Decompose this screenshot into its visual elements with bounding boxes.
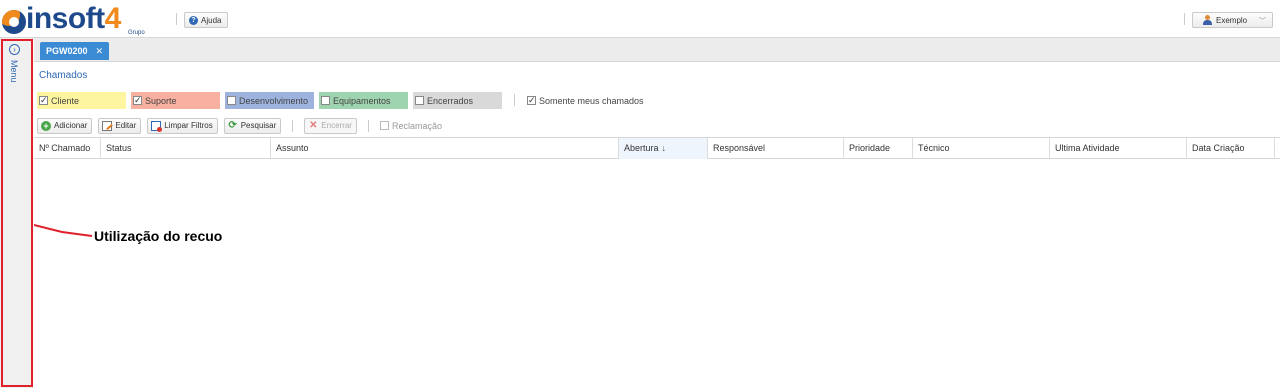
checkbox-icon[interactable] [39,95,48,106]
column-label: Status [106,143,132,153]
checkbox-icon[interactable] [133,95,142,106]
edit-icon [102,120,113,131]
logo-subtitle: Grupo [128,30,145,36]
filter-equipamentos[interactable]: Equipamentos [319,92,408,109]
tab-bar: PGW0200 ✕ [34,38,1280,62]
clear-filters-label: Limpar Filtros [164,121,213,130]
column-header-data-criacao[interactable]: Data Criação [1187,138,1275,159]
insoft4-logo[interactable]: insoft4 Grupo [2,2,152,36]
search-button[interactable]: ⟳ Pesquisar [223,117,282,134]
annotation-label: Utilização do recuo [94,228,223,244]
column-header-ultima-atividade[interactable]: Ultima Atividade [1050,138,1187,159]
user-icon [1203,15,1212,25]
help-icon: ? [189,15,198,25]
tab-pgw0200[interactable]: PGW0200 ✕ [40,42,110,60]
clear-filters-button[interactable]: Limpar Filtros [147,117,218,134]
close-x-icon: ✕ [309,119,318,131]
column-label: Assunto [276,143,309,153]
column-header-responsavel[interactable]: Responsável [708,138,844,159]
filter-suporte[interactable]: Suporte [131,92,220,109]
sort-desc-icon: ↓ [661,143,667,153]
column-label: Nº Chamado [39,143,91,153]
checkbox-icon[interactable] [527,95,536,106]
filter-label: Desenvolvimento [239,95,309,106]
filter-label: Encerrados [427,95,474,106]
tickets-grid-header: Nº Chamado Status Assunto Abertura ↓ Resp… [34,137,1280,159]
close-tab-icon[interactable]: ✕ [96,46,104,57]
filter-divider [514,94,515,106]
only-mine-label: Somente meus chamados [539,95,644,106]
annotation-pointer-line [34,224,93,237]
filter-encerrados[interactable]: Encerrados [413,92,502,109]
column-header-numero[interactable]: Nº Chamado [34,138,101,159]
add-button[interactable]: + Adicionar [37,117,93,134]
close-ticket-button[interactable]: ✕ Encerrar [304,117,357,134]
column-header-prioridade[interactable]: Prioridade [844,138,913,159]
filter-label: Suporte [145,95,177,106]
claim-checkbox[interactable]: Reclamação [379,120,443,131]
refresh-search-icon: ⟳ [228,119,237,131]
column-label: Prioridade [849,143,891,153]
filter-label: Cliente [51,95,80,106]
toolbar-divider [367,119,369,132]
column-header-status[interactable]: Status [101,138,271,159]
help-button[interactable]: ? Ajuda [184,12,228,28]
add-icon: + [41,120,51,131]
column-header-tecnico[interactable]: Técnico [913,138,1050,159]
header-divider [1184,13,1185,25]
add-label: Adicionar [54,121,88,130]
column-label: Ultima Atividade [1055,143,1120,153]
column-label: Data Criação [1192,143,1245,153]
column-label: Abertura [624,143,659,153]
logo-mark-icon [2,10,26,34]
column-header-assunto[interactable]: Assunto [271,138,619,159]
checkbox-icon[interactable] [321,96,330,105]
header-divider [176,13,177,25]
filter-cliente[interactable]: Cliente [37,92,126,109]
action-toolbar: + Adicionar Editar Limpar Filtros ⟳ Pesq… [37,117,442,134]
checkbox-icon[interactable] [415,96,424,105]
column-header-abertura[interactable]: Abertura ↓ [619,138,708,159]
edit-label: Editar [115,121,137,130]
user-name: Exemplo [1216,15,1248,25]
user-menu-button[interactable]: Exemplo ﹀ [1192,12,1273,28]
column-label: Técnico [918,143,950,153]
search-label: Pesquisar [240,121,277,130]
filter-desenvolvimento[interactable]: Desenvolvimento [225,92,314,109]
claim-label: Reclamação [391,120,443,131]
menu-label[interactable]: Menu [9,60,19,83]
tab-label: PGW0200 [46,46,88,56]
checkbox-icon[interactable] [227,96,236,105]
logo-wordmark: insoft4 [26,2,121,35]
app-header: insoft4 Grupo ? Ajuda Exemplo ﹀ [0,0,1280,38]
expand-menu-icon[interactable]: › [9,44,20,55]
category-filter-row: Cliente Suporte Desenvolvimento Equipame… [37,92,644,109]
close-ticket-label: Encerrar [321,121,352,130]
edit-button[interactable]: Editar [98,117,142,134]
filter-label: Equipamentos [333,95,391,106]
page-title: Chamados [39,70,88,81]
collapsed-menu-sidebar[interactable]: › Menu [0,38,33,388]
clear-filters-icon [151,120,163,132]
only-mine-checkbox[interactable]: Somente meus chamados [527,92,644,109]
chevron-down-icon: ﹀ [1259,18,1266,25]
help-label: Ajuda [201,15,222,25]
checkbox-icon[interactable] [379,121,389,130]
column-label: Responsável [713,143,766,153]
toolbar-divider [292,119,294,132]
